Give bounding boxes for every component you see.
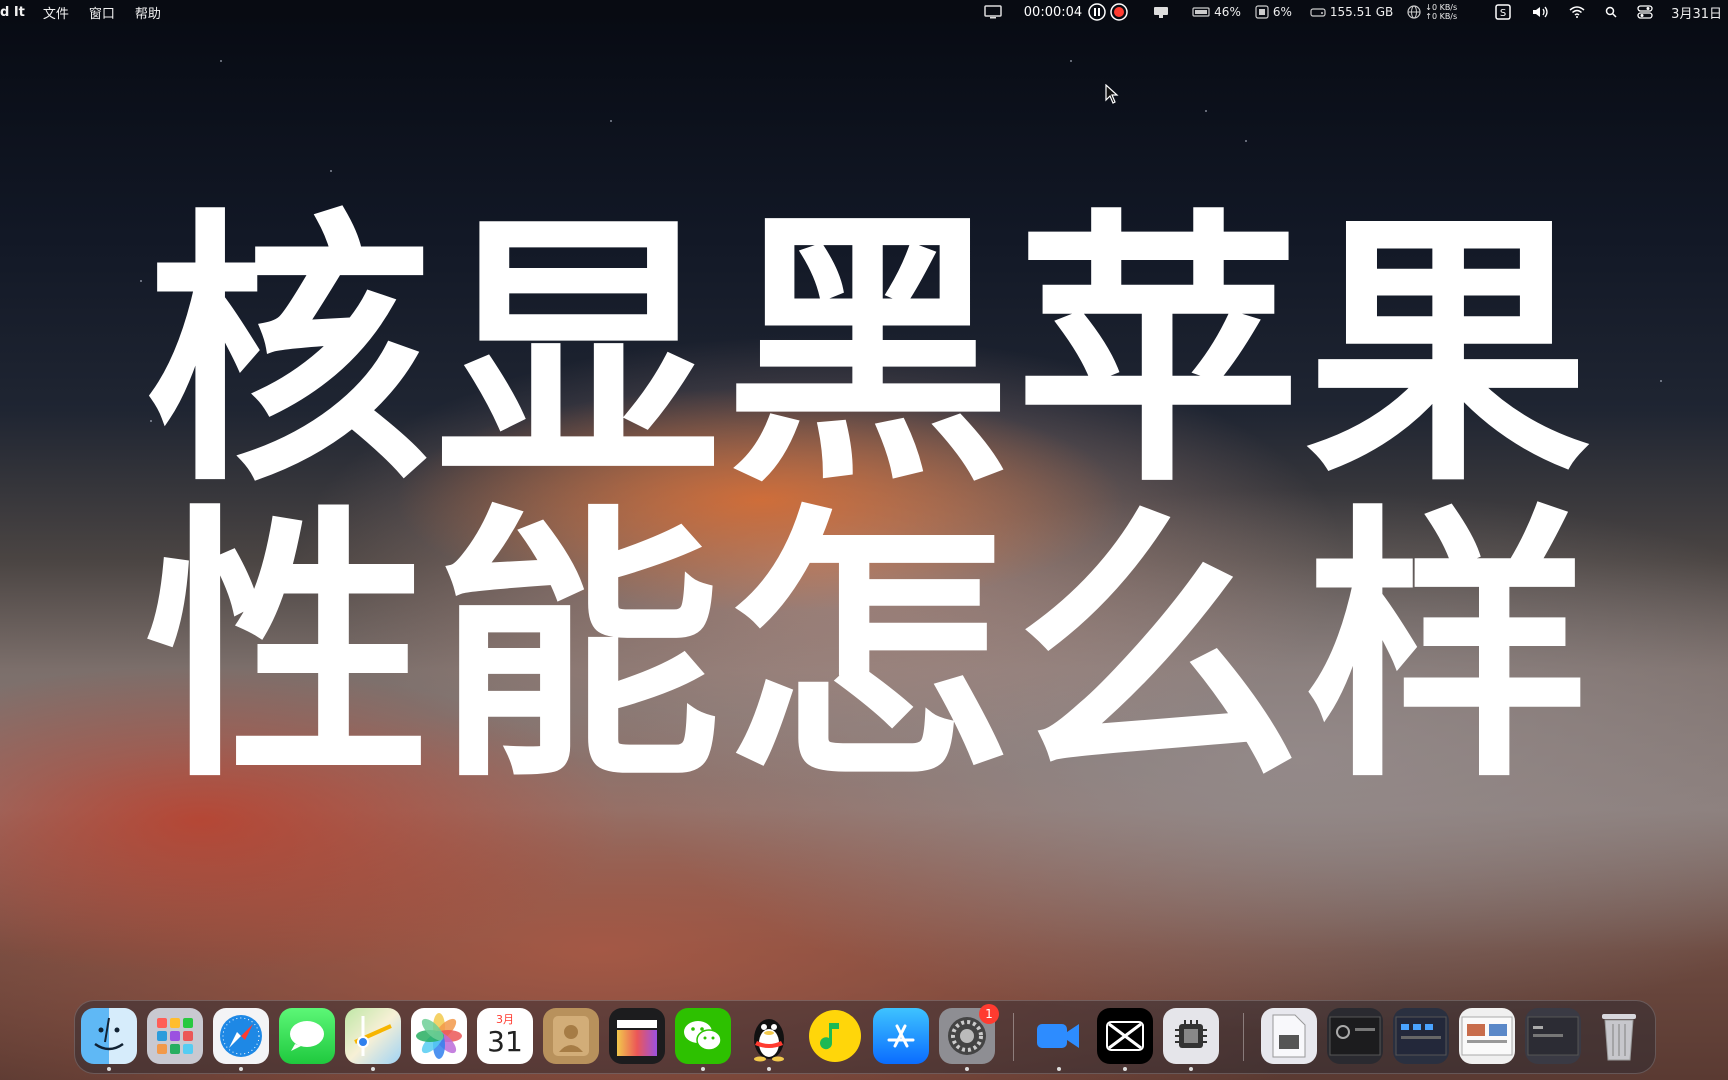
headline-line-2: 性能怎么样 <box>145 484 1595 816</box>
wechat-icon[interactable] <box>675 1008 731 1064</box>
network-upload: ↓0 KB/s <box>1425 3 1458 12</box>
photos-icon[interactable] <box>411 1008 467 1064</box>
finder-icon[interactable] <box>81 1008 137 1064</box>
memory-percent: 46% <box>1214 5 1241 19</box>
settings-badge: 1 <box>979 1004 999 1024</box>
sysinfo-running-dot <box>1189 1067 1193 1071</box>
menu-date[interactable]: 3月31日 <box>1671 3 1722 22</box>
cpu-percent: 6% <box>1272 5 1292 19</box>
dock-separator <box>1013 1013 1014 1061</box>
svg-text:S: S <box>1500 8 1506 19</box>
qq-music-icon[interactable] <box>807 1008 863 1064</box>
finder-running-dot <box>107 1067 111 1071</box>
capcut-icon[interactable] <box>1097 1008 1153 1064</box>
minimized-window-thumbnail[interactable] <box>1525 1008 1581 1064</box>
settings-running-dot <box>965 1067 969 1071</box>
dock-separator <box>1243 1013 1244 1061</box>
calendar-day: 31 <box>487 1025 523 1058</box>
search-icon[interactable] <box>1605 6 1617 18</box>
maps-icon[interactable] <box>345 1008 401 1064</box>
contacts-icon[interactable] <box>543 1008 599 1064</box>
headline-line-1: 核显黑苹果 <box>145 188 1595 520</box>
star <box>220 60 222 62</box>
maps-running-dot <box>371 1067 375 1071</box>
calendar-icon[interactable]: 3月 31 <box>477 1008 533 1064</box>
globe-icon <box>1407 5 1421 19</box>
zoom-running-dot <box>1057 1067 1061 1071</box>
mouse-cursor-icon <box>1105 83 1119 108</box>
minimized-window-thumbnail[interactable] <box>1459 1008 1515 1064</box>
pause-icon[interactable] <box>1088 3 1106 21</box>
wechat-running-dot <box>701 1067 705 1071</box>
menu-file[interactable]: 文件 <box>43 3 69 22</box>
star <box>1205 110 1207 112</box>
document-file-icon[interactable] <box>1261 1008 1317 1064</box>
disk-free: 155.51 GB <box>1329 5 1394 19</box>
cpu-icon <box>1255 5 1269 19</box>
star <box>1070 60 1072 62</box>
menu-help[interactable]: 帮助 <box>135 3 161 22</box>
menu-window[interactable]: 窗口 <box>89 3 115 22</box>
memory-icon <box>1192 6 1210 18</box>
notification-icon[interactable] <box>1152 4 1170 20</box>
system-settings-icon[interactable]: 1 <box>939 1004 999 1064</box>
minimized-window-thumbnail[interactable] <box>1327 1008 1383 1064</box>
messages-icon[interactable] <box>279 1008 335 1064</box>
wifi-icon[interactable] <box>1569 6 1585 18</box>
system-information-icon[interactable] <box>1163 1008 1219 1064</box>
recording-timer: 00:00:04 <box>1023 4 1083 20</box>
disk-icon <box>1310 6 1326 18</box>
trash-icon[interactable] <box>1591 1008 1647 1064</box>
dock: 3月 31 1 <box>74 1000 1656 1074</box>
minimized-window-thumbnail[interactable] <box>1393 1008 1449 1064</box>
star <box>610 120 612 122</box>
safari-running-dot <box>239 1067 243 1071</box>
display-icon[interactable] <box>984 5 1002 19</box>
desktop-wallpaper: d It 文件 窗口 帮助 00:00:04 46% 6% 155.51 GB … <box>0 0 1728 1080</box>
qq-icon[interactable] <box>741 1008 797 1064</box>
menu-app-name[interactable]: d It <box>0 5 25 20</box>
star <box>330 170 332 172</box>
network-download: ↑0 KB/s <box>1425 12 1458 21</box>
launchpad-icon[interactable] <box>147 1008 203 1064</box>
safari-icon[interactable] <box>213 1008 269 1064</box>
menu-bar: d It 文件 窗口 帮助 00:00:04 46% 6% 155.51 GB … <box>0 0 1728 24</box>
zoom-icon[interactable] <box>1031 1008 1087 1064</box>
control-center-icon[interactable] <box>1637 5 1653 19</box>
volume-icon[interactable] <box>1531 5 1551 19</box>
network-speed: ↓0 KB/s ↑0 KB/s <box>1425 3 1457 21</box>
star <box>1245 140 1247 142</box>
app-store-icon[interactable] <box>873 1008 929 1064</box>
s-app-icon[interactable]: S <box>1495 4 1511 20</box>
star <box>1660 380 1662 382</box>
stop-record-icon[interactable] <box>1110 3 1128 21</box>
qq-running-dot <box>767 1067 771 1071</box>
final-cut-pro-icon[interactable] <box>609 1008 665 1064</box>
capcut-running-dot <box>1123 1067 1127 1071</box>
